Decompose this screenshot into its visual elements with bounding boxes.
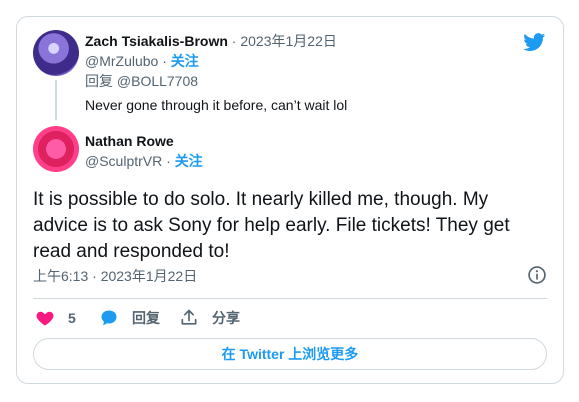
separator-dot: ·	[162, 153, 175, 169]
thread-connector-line	[55, 80, 57, 120]
heart-icon	[36, 311, 54, 326]
share-upload-icon	[181, 309, 197, 325]
speech-bubble-icon	[101, 310, 117, 326]
share-label: 分享	[212, 310, 240, 326]
like-count: 5	[68, 310, 76, 326]
parent-tweet-header: Zach Tsiakalis-Brown · 2023年1月22日	[85, 32, 337, 50]
reply-button[interactable]: 回复	[99, 308, 160, 328]
author-handle[interactable]: @MrZulubo	[85, 53, 158, 69]
parent-tweet-text: Never gone through it before, can’t wait…	[85, 97, 348, 113]
read-more-button[interactable]: 在 Twitter 上浏览更多	[33, 338, 547, 370]
tweet-timestamp[interactable]: 上午6:13 · 2023年1月22日	[33, 266, 197, 286]
share-button[interactable]: 分享	[179, 308, 240, 328]
author-name[interactable]: Zach Tsiakalis-Brown	[85, 33, 228, 49]
author-handle[interactable]: @SculptrVR	[85, 153, 162, 169]
avatar[interactable]	[33, 30, 79, 76]
main-tweet-handle-row: @SculptrVR · 关注	[85, 152, 203, 170]
tweet-date[interactable]: 2023年1月22日	[240, 33, 337, 49]
reply-to-label[interactable]: 回复 @BOLL7708	[85, 72, 198, 90]
author-name: Nathan Rowe	[85, 132, 174, 150]
divider	[33, 298, 547, 299]
follow-button[interactable]: 关注	[175, 153, 203, 169]
twitter-bird-icon[interactable]	[522, 31, 547, 53]
follow-button[interactable]: 关注	[171, 53, 199, 69]
tweet-text: It is possible to do solo. It nearly kil…	[33, 189, 510, 262]
separator-dot: ·	[158, 53, 171, 69]
avatar[interactable]	[33, 126, 79, 172]
info-icon[interactable]	[527, 265, 547, 285]
embedded-tweet-card: Zach Tsiakalis-Brown · 2023年1月22日 @MrZul…	[16, 16, 564, 384]
like-button[interactable]: 5	[35, 308, 76, 328]
parent-tweet-handle-row: @MrZulubo · 关注	[85, 52, 199, 70]
separator-dot: ·	[227, 33, 241, 49]
reply-label: 回复	[132, 310, 160, 326]
author-name-text[interactable]: Nathan Rowe	[85, 133, 174, 149]
